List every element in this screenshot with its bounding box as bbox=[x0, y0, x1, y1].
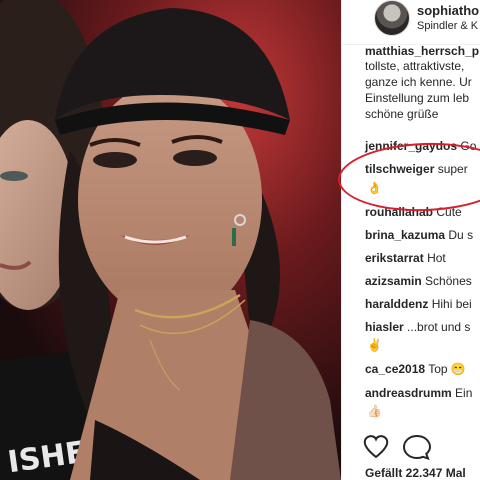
caption-line: tollste, attraktivste, bbox=[365, 59, 465, 73]
likes-count[interactable]: Gefällt 22.347 Mal bbox=[365, 466, 466, 480]
comment-text: ...brot und s bbox=[407, 320, 471, 334]
caption-block: matthias_herrsch_p tollste, attraktivste… bbox=[365, 46, 480, 122]
comment-item: jennifer_gaydos Go bbox=[365, 139, 476, 153]
heart-icon[interactable] bbox=[363, 435, 389, 459]
comment-text: Go bbox=[460, 139, 477, 153]
comment-username[interactable]: jennifer_gaydos bbox=[365, 139, 457, 153]
comment-item: azizsamin Schönes bbox=[365, 274, 472, 288]
thumbs-up-emoji: 👍🏻 bbox=[367, 404, 382, 418]
post-photo: ISHE bbox=[0, 0, 341, 480]
header-divider bbox=[342, 44, 480, 45]
comment-item: hiasler ...brot und s bbox=[365, 320, 470, 334]
comment-username[interactable]: hiasler bbox=[365, 320, 404, 334]
comment-item-highlighted: tilschweiger super bbox=[365, 162, 468, 176]
post-header: sophiathor Spindler & K bbox=[342, 0, 480, 40]
comment-item: ca_ce2018 Top 😁 bbox=[365, 362, 466, 376]
comment-item: brina_kazuma Du s bbox=[365, 228, 473, 242]
comment-bubble-icon[interactable] bbox=[402, 434, 432, 461]
comment-item: andreasdrumm Ein bbox=[365, 386, 472, 400]
caption-line: Einstellung zum leb bbox=[365, 91, 470, 105]
comment-text: Hihi bei bbox=[431, 297, 472, 311]
comment-username[interactable]: andreasdrumm bbox=[365, 386, 452, 400]
comment-username[interactable]: rouhallahab bbox=[365, 205, 433, 219]
comment-username[interactable]: erikstarrat bbox=[365, 251, 424, 265]
comment-text: Hot bbox=[427, 251, 446, 265]
comment-username[interactable]: haralddenz bbox=[365, 297, 428, 311]
action-bar bbox=[362, 433, 472, 461]
comment-item: haralddenz Hihi bei bbox=[365, 297, 472, 311]
caption-line: ganze ich kenne. Ur bbox=[365, 75, 472, 89]
comment-item: erikstarrat Hot bbox=[365, 251, 446, 265]
profile-avatar[interactable] bbox=[374, 0, 410, 36]
comment-text: Schönes bbox=[425, 274, 472, 288]
post-username[interactable]: sophiathor bbox=[417, 3, 480, 18]
ok-hand-emoji: 👌 bbox=[367, 181, 382, 195]
post-location[interactable]: Spindler & K bbox=[417, 20, 478, 32]
comment-username[interactable]: brina_kazuma bbox=[365, 228, 445, 242]
post-sidebar: sophiathor Spindler & K matthias_herrsch… bbox=[341, 0, 480, 480]
comment-username[interactable]: ca_ce2018 bbox=[365, 362, 425, 376]
comment-text: Top 😁 bbox=[428, 362, 466, 376]
partial-username[interactable]: matthias_herrsch_p bbox=[365, 46, 480, 58]
comment-text: Cute bbox=[436, 205, 462, 219]
comment-text: Ein bbox=[455, 386, 473, 400]
comment-item: rouhallahab Cute bbox=[365, 205, 462, 219]
caption-line: schöne grüße bbox=[365, 107, 439, 121]
comment-username[interactable]: azizsamin bbox=[365, 274, 422, 288]
comment-username[interactable]: tilschweiger bbox=[365, 162, 434, 176]
comment-text: Du s bbox=[448, 228, 474, 242]
selfie-image: ISHE bbox=[0, 0, 341, 480]
comment-text: super bbox=[437, 162, 468, 176]
victory-hand-emoji: ✌️ bbox=[367, 338, 382, 352]
